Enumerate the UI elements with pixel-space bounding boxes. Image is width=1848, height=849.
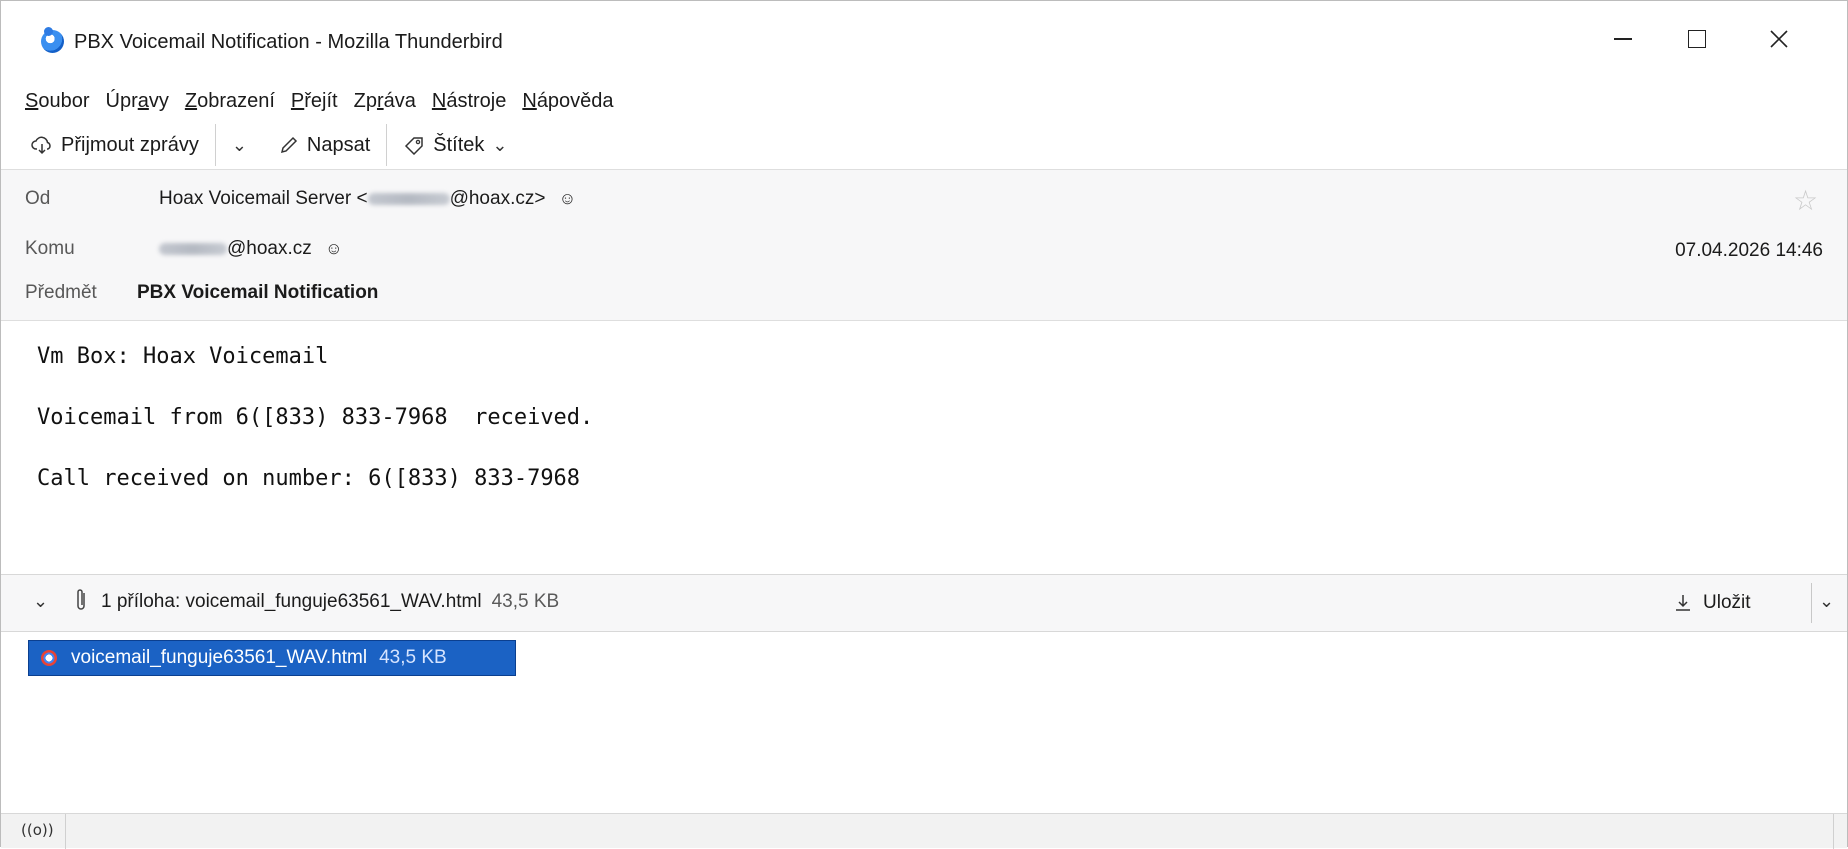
compose-label: Napsat bbox=[306, 133, 371, 156]
compose-button[interactable]: Napsat bbox=[273, 126, 376, 164]
attachment-summary[interactable]: 1 příloha: voicemail_funguje63561_WAV.ht… bbox=[101, 591, 559, 613]
star-icon[interactable]: ☆ bbox=[1793, 184, 1818, 217]
toolbar-separator bbox=[214, 124, 216, 166]
attachment-item[interactable]: voicemail_funguje63561_WAV.html 43,5 KB bbox=[28, 640, 516, 676]
tag-label: Štítek bbox=[433, 133, 485, 156]
thunderbird-window: PBX Voicemail Notification - Mozilla Thu… bbox=[0, 0, 1848, 849]
message-date: 07.04.2026 14:46 bbox=[1675, 240, 1823, 261]
subject-label: Předmět bbox=[25, 282, 97, 303]
maximize-icon bbox=[1688, 30, 1706, 48]
window-title: PBX Voicemail Notification - Mozilla Thu… bbox=[74, 31, 503, 53]
message-header: Od Hoax Voicemail Server < @hoax.cz> ☺ ☆ … bbox=[1, 169, 1847, 321]
attachment-name: voicemail_funguje63561_WAV.html bbox=[71, 647, 368, 668]
body-line: Call received on number: 6([833) 833-796… bbox=[37, 466, 581, 491]
download-icon bbox=[1676, 595, 1690, 611]
status-bar: ((o)) bbox=[1, 813, 1847, 849]
menu-message[interactable]: Zpráva bbox=[354, 90, 416, 113]
close-button[interactable] bbox=[1739, 15, 1819, 63]
body-line: Vm Box: Hoax Voicemail bbox=[37, 344, 329, 369]
contact-icon[interactable]: ☺ bbox=[325, 239, 342, 259]
paperclip-icon bbox=[77, 589, 85, 610]
online-status-icon[interactable]: ((o)) bbox=[21, 821, 54, 839]
menu-help[interactable]: Nápověda bbox=[522, 90, 613, 113]
message-body: Vm Box: Hoax Voicemail Voicemail from 6(… bbox=[1, 322, 1847, 574]
tag-icon bbox=[405, 137, 424, 155]
pencil-icon bbox=[280, 136, 297, 154]
menu-go[interactable]: Přejít bbox=[291, 90, 338, 113]
to-value[interactable]: @hoax.cz ☺ bbox=[159, 238, 342, 260]
redacted-text bbox=[367, 192, 450, 205]
body-line: Voicemail from 6([833) 833-7968 received… bbox=[37, 405, 594, 430]
from-value[interactable]: Hoax Voicemail Server < @hoax.cz> ☺ bbox=[159, 188, 576, 210]
from-domain: @hoax.cz> bbox=[449, 188, 546, 209]
menu-file[interactable]: Soubor bbox=[25, 90, 90, 113]
save-label: Uložit bbox=[1703, 592, 1751, 613]
get-messages-label: Přijmout zprávy bbox=[61, 133, 199, 156]
minimize-icon bbox=[1614, 38, 1632, 40]
toolbar-separator bbox=[386, 124, 388, 166]
to-domain: @hoax.cz bbox=[227, 238, 312, 259]
save-button[interactable]: Uložit bbox=[1673, 583, 1751, 623]
status-separator bbox=[65, 814, 66, 849]
save-dropdown-chevron-icon[interactable]: ⌄ bbox=[1819, 591, 1834, 612]
title-bar: PBX Voicemail Notification - Mozilla Thu… bbox=[1, 1, 1847, 77]
chevron-down-icon: ⌄ bbox=[492, 134, 508, 155]
menu-view[interactable]: Zobrazení bbox=[185, 90, 275, 113]
close-icon bbox=[1770, 30, 1788, 48]
contact-icon[interactable]: ☺ bbox=[559, 189, 576, 209]
menu-bar: Soubor Úpravy Zobrazení Přejít Zpráva Ná… bbox=[1, 79, 1847, 123]
tag-button[interactable]: Štítek ⌄ bbox=[397, 126, 513, 164]
status-separator bbox=[1833, 814, 1834, 849]
redacted-text bbox=[159, 242, 227, 255]
get-messages-dropdown[interactable]: ⌄ bbox=[226, 126, 253, 164]
from-name: Hoax Voicemail Server < bbox=[159, 188, 368, 209]
attachment-bar: ⌄ 1 příloha: voicemail_funguje63561_WAV.… bbox=[1, 574, 1847, 632]
menu-edit[interactable]: Úpravy bbox=[106, 90, 169, 113]
minimize-button[interactable] bbox=[1583, 15, 1663, 63]
cloud-download-icon bbox=[31, 136, 51, 155]
from-label: Od bbox=[25, 188, 51, 209]
chevron-down-icon: ⌄ bbox=[231, 134, 247, 155]
attachment-list: voicemail_funguje63561_WAV.html 43,5 KB bbox=[1, 633, 1847, 685]
toolbar: Přijmout zprávy ⌄ Napsat Štítek ⌄ bbox=[1, 123, 1847, 167]
save-separator bbox=[1811, 583, 1812, 623]
subject-value: PBX Voicemail Notification bbox=[137, 282, 379, 303]
browser-file-icon bbox=[41, 650, 57, 666]
attachment-size: 43,5 KB bbox=[379, 647, 447, 668]
menu-tools[interactable]: Nástroje bbox=[432, 90, 506, 113]
get-messages-button[interactable]: Přijmout zprávy bbox=[25, 126, 205, 164]
thunderbird-logo-icon bbox=[41, 27, 64, 53]
maximize-button[interactable] bbox=[1657, 15, 1737, 63]
chevron-down-icon[interactable]: ⌄ bbox=[33, 591, 48, 612]
to-label: Komu bbox=[25, 238, 75, 259]
